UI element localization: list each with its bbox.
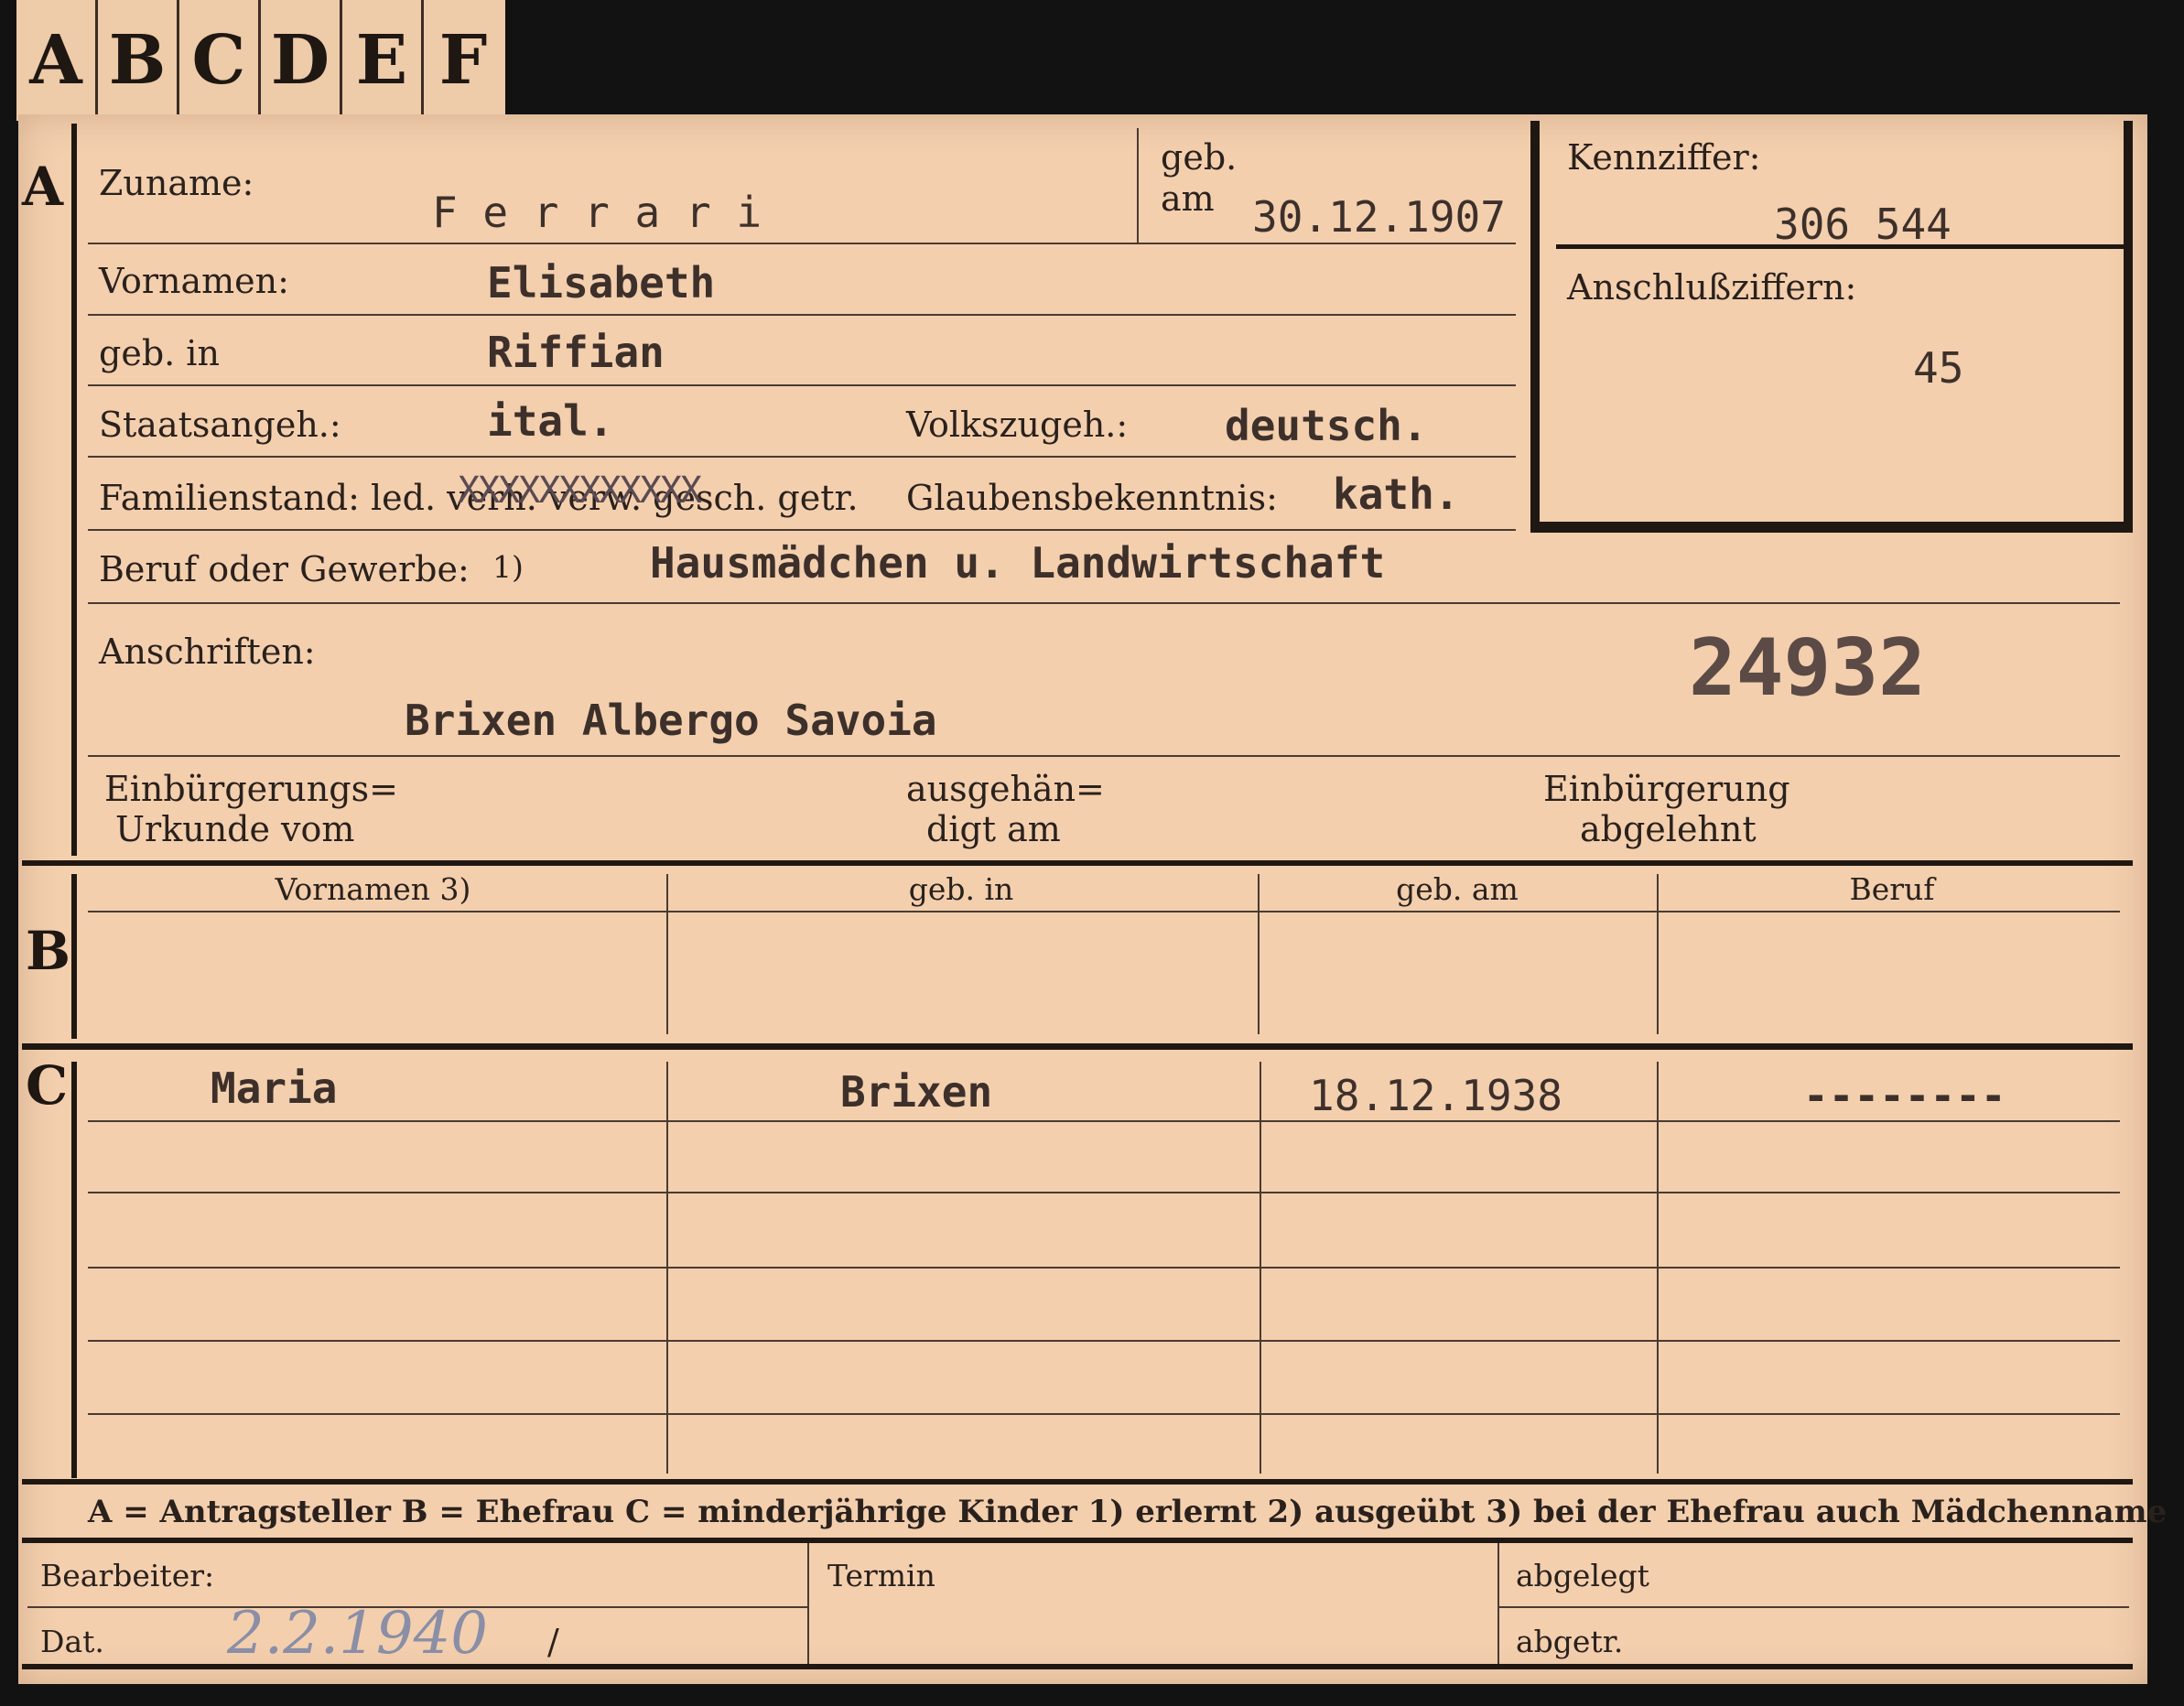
rule (88, 314, 1516, 316)
section-c-marker: C (26, 1054, 69, 1117)
dat-value: 2.2.1940 (227, 1600, 488, 1668)
ausgeh-label-2: digt am (926, 809, 1061, 849)
vornamen-label: Vornamen: (99, 261, 289, 301)
section-c-top-rule (22, 1043, 2133, 1050)
geb-in-value: Riffian (487, 328, 665, 377)
header-geb-in: geb. in (908, 871, 1014, 907)
rule (88, 755, 2120, 757)
tab-a[interactable]: A (16, 0, 98, 119)
legend-top-rule (22, 1479, 2133, 1485)
geb-in-label: geb. in (99, 333, 220, 373)
legend: A = Antragsteller B = Ehefrau C = minder… (88, 1494, 2168, 1530)
bearbeiter-label: Bearbeiter: (40, 1558, 215, 1593)
einb-urkunde-label-1: Einbürgerungs= (104, 769, 398, 809)
rule (88, 384, 1516, 386)
anschriften-label: Anschriften: (99, 632, 316, 672)
beruf-value: Hausmädchen u. Landwirtschaft (650, 538, 1386, 588)
abgelegt-label: abgelegt (1516, 1558, 1649, 1593)
rule (88, 1120, 2120, 1122)
anschluss-value: 45 (1913, 343, 1964, 393)
col-divider (666, 874, 668, 1034)
kennziffer-label: Kennziffer: (1567, 137, 1761, 178)
anschluss-label: Anschlußziffern: (1567, 267, 1857, 308)
zuname-value: F e r r a r i (432, 188, 762, 237)
familienstand-strike: XXXXXXXXXXXX (458, 470, 702, 512)
einb-urkunde-label-2: Urkunde vom (115, 809, 355, 849)
rule (88, 529, 1516, 531)
dat-label: Dat. (40, 1624, 104, 1659)
col-divider (1497, 1543, 1499, 1664)
header-geb-am: geb. am (1396, 871, 1519, 907)
einb-abgelehnt-label-2: abgelehnt (1580, 809, 1757, 849)
rule (88, 911, 2120, 912)
section-a-marker: A (22, 156, 64, 218)
col-divider (807, 1543, 809, 1664)
tab-d[interactable]: D (261, 0, 342, 119)
header-vornamen: Vornamen 3) (275, 871, 471, 907)
geb-label: geb. (1161, 137, 1238, 178)
col-divider (1657, 874, 1659, 1034)
register-tabs: A B C D E F (16, 0, 505, 121)
child-geb-am: 18.12.1938 (1309, 1071, 1562, 1120)
termin-label: Termin (827, 1558, 935, 1593)
anschrift-value: Brixen Albergo Savoia (405, 696, 937, 745)
abgetr-label: abgetr. (1516, 1624, 1624, 1659)
vornamen-value: Elisabeth (487, 258, 716, 308)
tab-c[interactable]: C (179, 0, 261, 119)
ausgeh-label-1: ausgehän= (906, 769, 1105, 809)
col-divider (1258, 874, 1260, 1034)
legend-bottom-rule (22, 1538, 2133, 1543)
kennziffer-value: 306 544 (1774, 200, 1952, 249)
rule (88, 602, 2120, 604)
rule (88, 1267, 2120, 1269)
glaubens-label: Glaubensbekenntnis: (906, 478, 1278, 518)
volkszugeh-value: deutsch. (1225, 401, 1428, 450)
dat-slash: / (547, 1622, 559, 1662)
child-vornamen: Maria (211, 1064, 338, 1113)
volkszugeh-label: Volkszugeh.: (906, 405, 1129, 445)
einb-abgelehnt-label-1: Einbürgerung (1543, 769, 1790, 809)
rule (88, 456, 1516, 458)
section-a-bar (71, 124, 77, 856)
geb-am-value: 30.12.1907 (1252, 192, 1506, 242)
rule (1137, 128, 1139, 243)
child-geb-in: Brixen (840, 1067, 993, 1117)
section-c-bar (71, 1062, 77, 1478)
staatsangeh-value: ital. (487, 396, 614, 446)
section-b-marker: B (26, 920, 71, 982)
rule (88, 1192, 2120, 1193)
beruf-footnote: 1) (492, 549, 524, 585)
tab-e[interactable]: E (342, 0, 424, 119)
rule (88, 1413, 2120, 1415)
tab-b[interactable]: B (98, 0, 179, 119)
staatsangeh-label: Staatsangeh.: (99, 405, 341, 445)
kennziffer-box-right (2124, 121, 2133, 533)
section-b-bar (71, 874, 77, 1039)
tab-f[interactable]: F (424, 0, 503, 119)
rule (88, 1340, 2120, 1342)
beruf-label: Beruf oder Gewerbe: (99, 549, 470, 589)
zuname-label: Zuname: (99, 163, 254, 203)
child-beruf: -------- (1803, 1071, 2006, 1120)
kennziffer-box-left (1530, 121, 1540, 533)
glaubens-value: kath. (1333, 470, 1460, 519)
section-b-top-rule (22, 860, 2133, 866)
rule (88, 243, 1516, 244)
stamp-number: 24932 (1689, 622, 1926, 714)
kennziffer-box-bottom (1530, 522, 2133, 533)
rule (1497, 1606, 2129, 1608)
am-label: am (1161, 178, 1215, 219)
header-beruf: Beruf (1849, 871, 1935, 907)
